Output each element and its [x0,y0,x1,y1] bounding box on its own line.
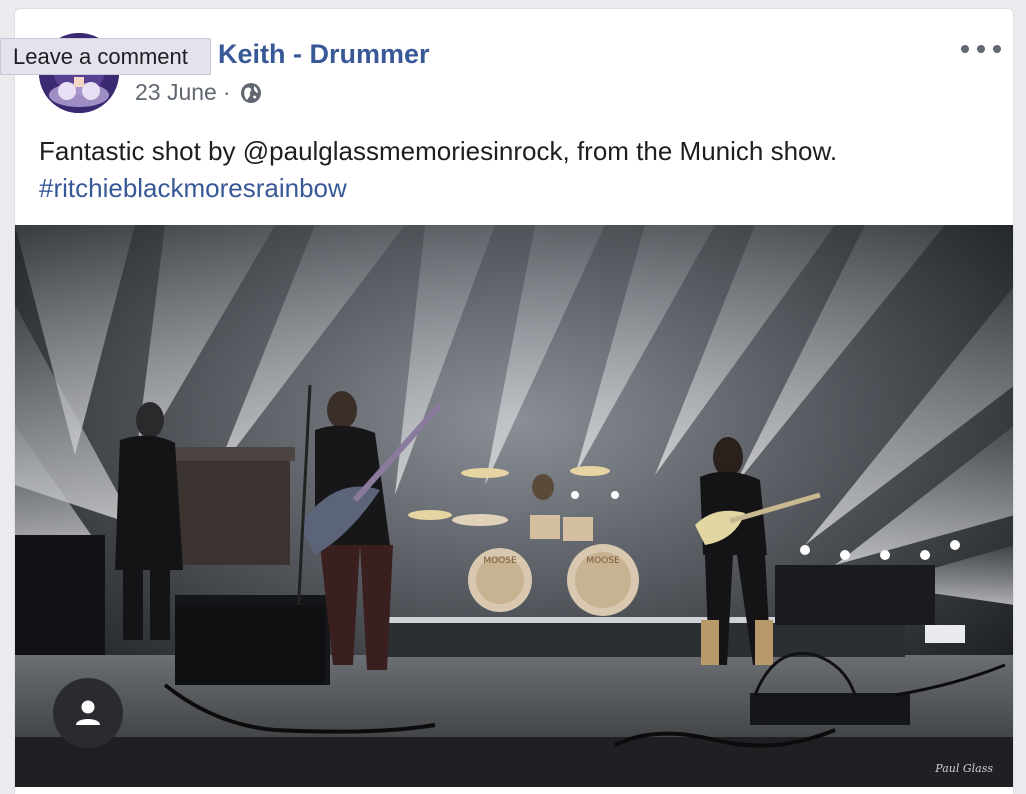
kick-drum-logo-right: MOOSE [586,556,620,566]
post-meta: 23 June · [135,79,263,106]
photographer-signature: Paul Glass [935,762,993,775]
post-caption: Fantastic shot by @paulglassmemoriesinro… [39,136,838,166]
profile-button[interactable] [53,678,123,748]
author-name[interactable]: Keith - Drummer [218,39,430,70]
meta-separator: · [222,79,231,105]
hashtag-link[interactable]: #ritchieblackmoresrainbow [39,170,999,207]
person-icon [76,700,100,725]
concert-photo: MOOSE MOOSE [15,225,1013,787]
more-dot [961,45,969,53]
post-date[interactable]: 23 June [135,79,217,106]
more-dot [977,45,985,53]
post-photo[interactable]: MOOSE MOOSE Paul Glass [15,225,1013,787]
kick-drum-logo-left: MOOSE [483,556,517,566]
more-options-icon[interactable] [961,37,1001,61]
more-dot [993,45,1001,53]
leave-comment-tooltip: Leave a comment [0,38,211,75]
post-text: Fantastic shot by @paulglassmemoriesinro… [39,133,999,207]
post-card: Keith - Drummer 23 June · Fantastic shot… [14,8,1014,794]
globe-icon [239,81,263,105]
